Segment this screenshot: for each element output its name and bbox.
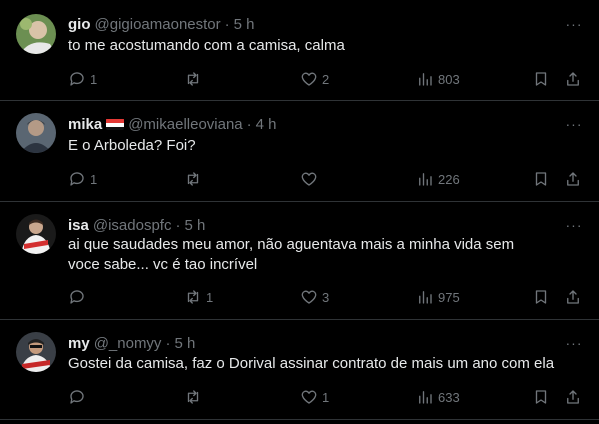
reply-button[interactable] — [68, 386, 90, 408]
view-count: 975 — [438, 289, 460, 305]
flag-icon — [106, 118, 125, 130]
like-count: 2 — [322, 71, 330, 87]
reply-icon — [70, 172, 84, 186]
like-button[interactable]: 3 — [300, 286, 329, 308]
display-name[interactable]: mika — [68, 116, 102, 133]
avatar[interactable] — [16, 113, 56, 153]
display-name[interactable]: my — [68, 335, 90, 352]
views-icon — [419, 291, 432, 304]
retweet-icon — [187, 390, 199, 404]
tweet-header: isa @isadospfc · 5 h — [68, 215, 205, 235]
retweet-button[interactable] — [184, 68, 206, 90]
avatar[interactable] — [16, 214, 56, 254]
like-button[interactable] — [300, 168, 322, 190]
tweet-header: my @_nomyy · 5 h — [68, 333, 195, 353]
tweet-actions: 1 633 — [62, 386, 587, 408]
views-button[interactable]: 226 — [416, 168, 460, 190]
separator-dot: · — [246, 115, 252, 133]
user-handle[interactable]: @gigioamaonestor — [95, 16, 221, 33]
views-icon — [419, 391, 432, 404]
retweet-button[interactable]: 1 — [184, 286, 213, 308]
separator-dot: · — [165, 334, 171, 352]
tweet-actions: 1 3 975 — [62, 286, 587, 308]
separator-dot: · — [175, 216, 181, 234]
retweet-icon — [187, 72, 199, 86]
user-handle[interactable]: @mikaelleoviana — [128, 116, 242, 133]
bookmark-icon — [535, 390, 547, 404]
share-button[interactable] — [564, 68, 582, 90]
avatar[interactable] — [16, 14, 56, 54]
tweet-actions: 1 226 — [62, 168, 587, 190]
retweet-icon — [187, 172, 199, 186]
tweet[interactable]: isa @isadospfc · 5 h ··· ai que saudades… — [0, 202, 599, 320]
tweet[interactable]: gio @gigioamaonestor · 5 h ··· to me aco… — [0, 0, 599, 101]
reply-button[interactable]: 1 — [68, 168, 97, 190]
tweet-text: Gostei da camisa, faz o Dorival assinar … — [68, 355, 555, 372]
timestamp[interactable]: 5 h — [234, 16, 255, 33]
tweet-text: to me acostumando com a camisa, calma — [68, 37, 345, 54]
user-handle[interactable]: @isadospfc — [93, 217, 172, 234]
share-icon — [567, 72, 579, 86]
timestamp[interactable]: 5 h — [174, 335, 195, 352]
more-icon[interactable]: ··· — [563, 218, 585, 239]
display-name[interactable]: gio — [68, 16, 91, 33]
reply-button[interactable] — [68, 286, 90, 308]
display-name[interactable]: isa — [68, 217, 89, 234]
more-icon[interactable]: ··· — [563, 17, 585, 38]
like-icon — [301, 390, 317, 404]
bookmark-icon — [535, 172, 547, 186]
retweet-button[interactable] — [184, 386, 206, 408]
tweet-actions: 1 2 803 — [62, 68, 587, 90]
bookmark-icon — [535, 72, 547, 86]
tweet-text: E o Arboleda? Foi? — [68, 137, 196, 154]
views-icon — [419, 73, 432, 86]
reply-button[interactable]: 1 — [68, 68, 97, 90]
retweet-icon — [187, 290, 199, 304]
bookmark-button[interactable] — [532, 286, 550, 308]
like-button[interactable]: 2 — [300, 68, 329, 90]
tweet-text: ai que saudades meu amor, não aguentava … — [68, 236, 515, 273]
retweet-count: 1 — [206, 289, 214, 305]
reply-count: 1 — [90, 171, 98, 187]
like-icon — [301, 172, 317, 186]
views-icon — [419, 173, 432, 186]
timeline: gio @gigioamaonestor · 5 h ··· to me aco… — [0, 0, 599, 424]
tweet[interactable]: my @_nomyy · 5 h ··· Gostei da camisa, f… — [0, 320, 599, 420]
view-count: 803 — [438, 71, 460, 87]
reply-icon — [70, 72, 84, 86]
like-count: 1 — [322, 389, 330, 405]
user-handle[interactable]: @_nomyy — [94, 335, 162, 352]
bookmark-icon — [535, 290, 547, 304]
reply-count: 1 — [90, 71, 98, 87]
timestamp[interactable]: 5 h — [184, 217, 205, 234]
like-count: 3 — [322, 289, 330, 305]
share-button[interactable] — [564, 386, 582, 408]
separator-dot: · — [224, 15, 230, 33]
like-button[interactable]: 1 — [300, 386, 329, 408]
view-count: 633 — [438, 389, 460, 405]
bookmark-button[interactable] — [532, 168, 550, 190]
reply-icon — [70, 290, 84, 304]
avatar[interactable] — [16, 332, 56, 372]
bookmark-button[interactable] — [532, 386, 550, 408]
share-icon — [567, 172, 579, 186]
share-button[interactable] — [564, 168, 582, 190]
reply-icon — [70, 390, 84, 404]
share-icon — [567, 390, 579, 404]
views-button[interactable]: 633 — [416, 386, 460, 408]
views-button[interactable]: 975 — [416, 286, 460, 308]
view-count: 226 — [438, 171, 460, 187]
like-icon — [301, 72, 317, 86]
like-icon — [301, 290, 317, 304]
bookmark-button[interactable] — [532, 68, 550, 90]
tweet-header: mika @mikaelleoviana · 4 h — [68, 114, 277, 134]
retweet-button[interactable] — [184, 168, 206, 190]
views-button[interactable]: 803 — [416, 68, 460, 90]
tweet[interactable]: mika @mikaelleoviana · 4 h ··· E o Arbol… — [0, 101, 599, 202]
share-icon — [567, 290, 579, 304]
timestamp[interactable]: 4 h — [256, 116, 277, 133]
tweet-header: gio @gigioamaonestor · 5 h — [68, 14, 255, 34]
share-button[interactable] — [564, 286, 582, 308]
more-icon[interactable]: ··· — [563, 117, 585, 138]
